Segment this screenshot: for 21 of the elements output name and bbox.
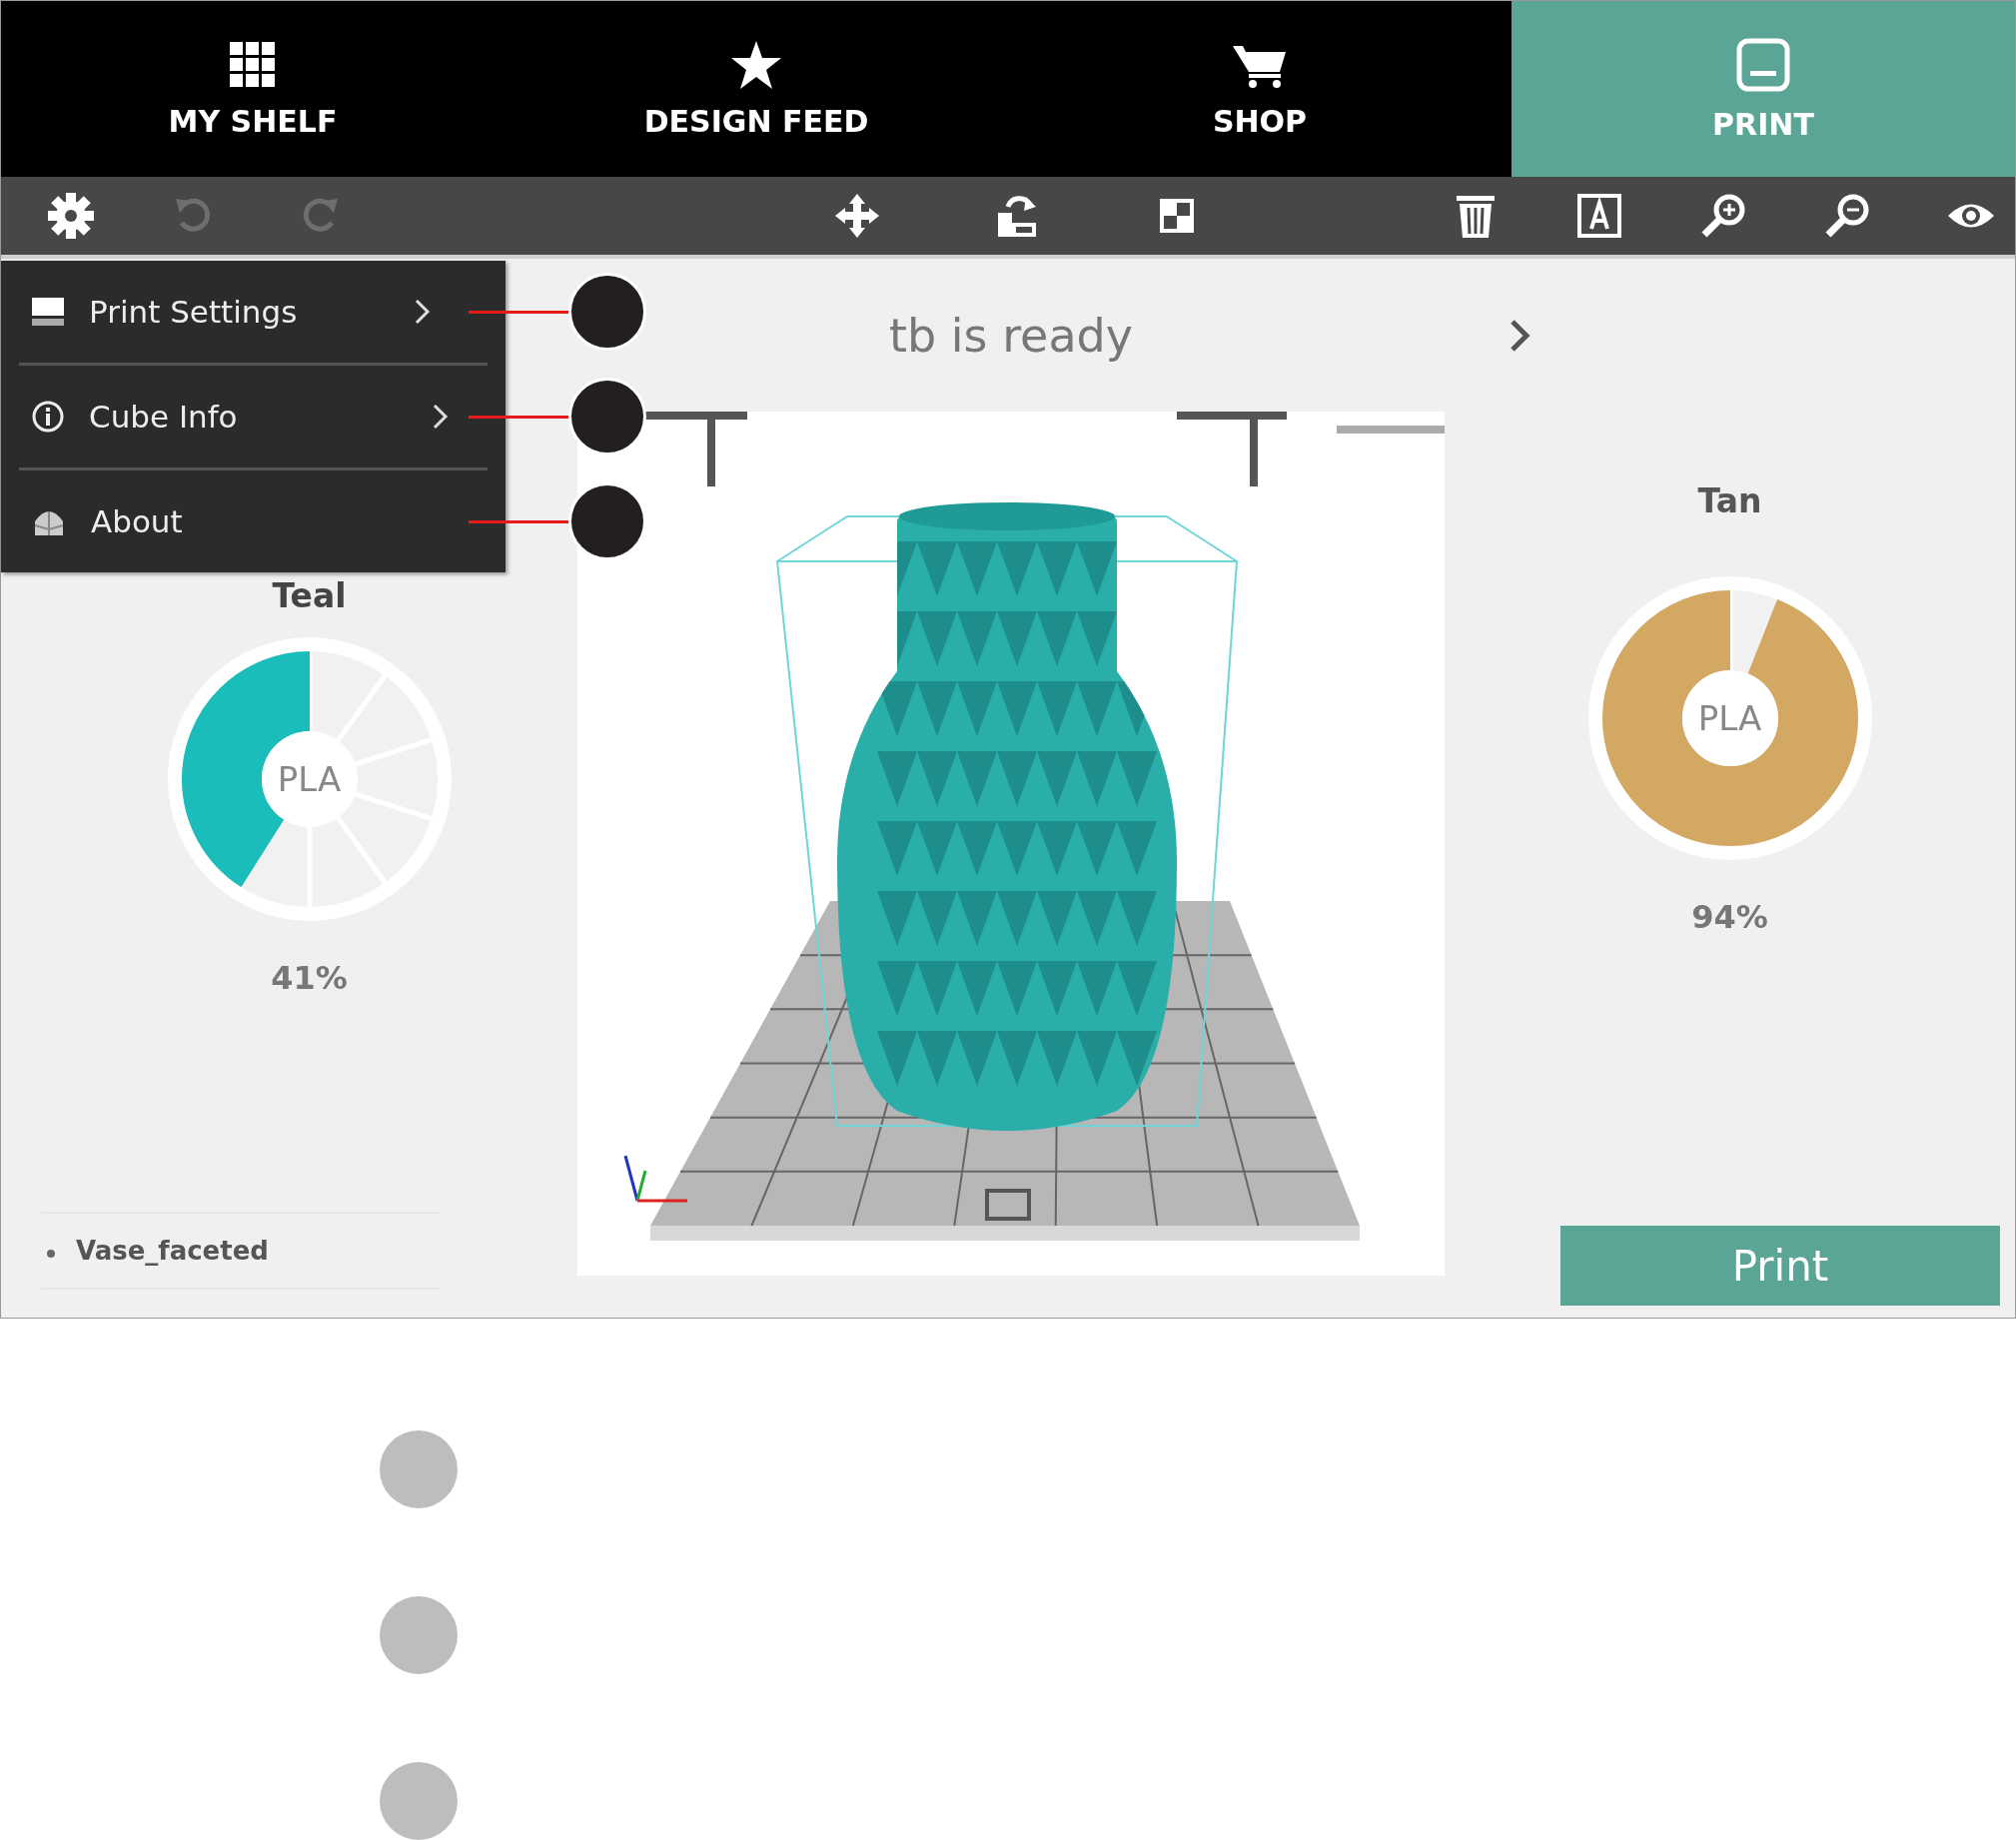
- menu-item[interactable]: Print Settings: [1, 261, 461, 363]
- info-icon: [31, 400, 65, 434]
- menu-item[interactable]: About: [19, 470, 461, 572]
- cartridge-name: Teal: [272, 576, 347, 615]
- tablet-icon: [1735, 36, 1791, 93]
- model-list-item[interactable]: Vase_faceted: [41, 1236, 441, 1266]
- panel-icon: [31, 297, 65, 327]
- star-icon: [730, 39, 782, 90]
- filament-percent: 94%: [1691, 898, 1768, 936]
- model-viewport[interactable]: [577, 412, 1445, 1276]
- axis-drawing: [623, 1155, 687, 1203]
- filament-percent: 41%: [271, 959, 348, 997]
- grid-icon: [228, 39, 278, 90]
- settings-icon: [46, 191, 96, 241]
- material-label: PLA: [1696, 698, 1763, 738]
- menu-item[interactable]: Cube Info: [19, 366, 461, 467]
- material-label: PLA: [276, 759, 343, 799]
- text-frame-icon: [1574, 191, 1624, 241]
- cartridge-name: Tan: [1697, 481, 1762, 520]
- chevron-right-icon[interactable]: [1510, 318, 1531, 353]
- status-title: tb is ready: [888, 308, 1133, 363]
